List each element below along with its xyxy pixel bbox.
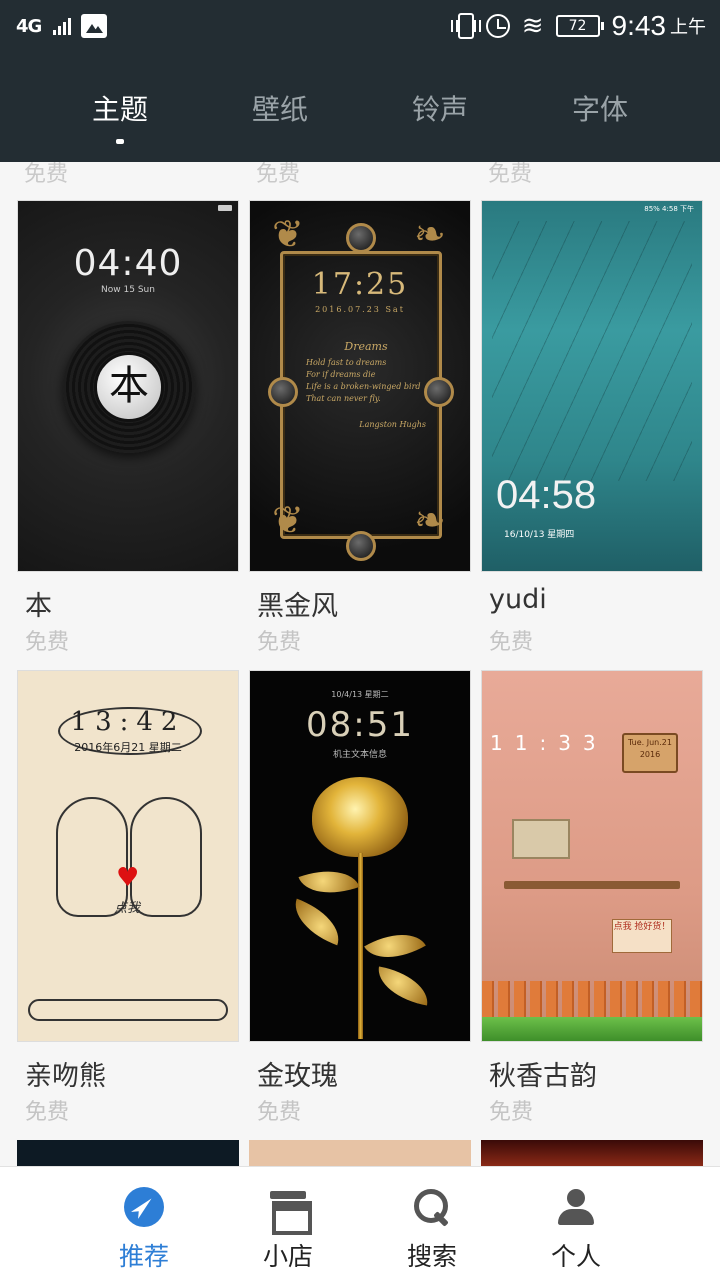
theme-price: 免费 [489,630,534,655]
grass-illustration [482,1017,702,1041]
preview-time: 13:42 [70,707,186,737]
compass-icon [124,1187,164,1227]
preview-date: Now 15 Sun [101,285,155,295]
nav-store[interactable]: 小店 [216,1167,360,1280]
signal-icon [53,17,72,35]
shelf-illustration [504,881,680,889]
music-box-illustration [512,819,570,859]
nav-personal[interactable]: 个人 [504,1167,648,1280]
gallery-notification-icon [81,14,108,38]
preview-subtext: 机主文本信息 [332,750,387,760]
theme-card-partial[interactable] [17,1140,239,1166]
theme-card-partial[interactable] [249,1140,471,1166]
nav-label: 推荐 [118,1242,169,1271]
tab-wallpaper[interactable]: 壁纸 [230,88,330,128]
theme-preview[interactable]: 85% 4:58 下午 04:58 16/10/13 星期四 [481,200,703,572]
fence-illustration [482,981,702,1019]
tab-theme[interactable]: 主题 [70,88,170,128]
nav-search[interactable]: 搜索 [360,1167,504,1280]
gear-knob-icon [268,377,298,407]
date-sign: Tue. Jun.21 2016 [622,733,678,773]
preview-date: 16/10/13 星期四 [504,530,575,540]
battery-icon: 72 [555,15,604,37]
preview-time: 04:40 [73,243,183,284]
gear-knob-icon [346,223,376,253]
preview-date: 2016年6月21 星期二 [74,741,182,754]
rose-stem [358,853,363,1039]
theme-price: 免费 [25,630,70,655]
tab-ringtone[interactable]: 铃声 [390,88,490,128]
unlock-slider [28,999,228,1021]
gear-knob-icon [346,531,376,561]
branch-artwork [492,221,692,481]
theme-preview[interactable]: 11:33 Tue. Jun.21 2016 点我 抢好货！ [481,670,703,1042]
preview-date: 2016.07.23 Sat [315,305,405,314]
status-time: 9:43 [611,10,667,41]
network-type: 4G [16,15,42,37]
preview-date: 10/4/13 星期二 [331,690,389,699]
store-icon [268,1187,312,1235]
ornament-icon: ❦ [272,498,304,542]
nav-label: 个人 [550,1242,601,1271]
heart-icon: ♥ [116,863,140,893]
preview-poem: Dreams Hold fast to dreams For if dreams… [306,340,426,430]
theme-name: 亲吻熊 [25,1061,106,1092]
person-icon [556,1187,596,1227]
wifi-icon: ≋ [521,11,544,41]
ornament-icon: ❧ [414,498,446,542]
theme-card-partial[interactable] [481,1140,703,1166]
theme-preview[interactable]: 10/4/13 星期二 08:51 机主文本信息 [249,670,471,1042]
gold-rose-illustration [312,777,408,857]
theme-name: 金玫瑰 [257,1061,338,1092]
gear-knob-icon [424,377,454,407]
prev-row-price: 免费 [488,162,533,187]
status-bar: 4G ≋ 72 9:43 上午 [0,0,720,52]
preview-time: 11:33 [490,731,608,755]
leaf-illustration [286,898,348,946]
theme-price: 免费 [489,1100,534,1125]
ornament-icon: ❧ [414,212,446,256]
theme-preview[interactable]: ❦ ❧ 17:25 2016.07.23 Sat Dreams Hold fas… [249,200,471,572]
status-ampm: 上午 [670,17,706,38]
nav-label: 小店 [262,1242,313,1271]
leaf-illustration [373,966,433,1006]
theme-price: 免费 [257,630,302,655]
preview-text: 点我 [114,901,141,916]
theme-price: 免费 [257,1100,302,1125]
preview-time: 17:25 [311,267,409,302]
leaf-illustration [364,919,426,973]
search-icon [412,1187,452,1227]
vibrate-icon [450,13,481,39]
vinyl-record-icon: 本 [63,321,195,453]
ornament-icon: ❦ [272,212,304,256]
bottom-navigation: 推荐 小店 搜索 个人 [0,1166,720,1280]
preview-note: 点我 抢好货！ [612,919,672,953]
nav-recommend[interactable]: 推荐 [72,1167,216,1280]
tab-active-indicator [116,139,124,144]
prev-row-price: 免费 [256,162,301,187]
preview-status: 85% 4:58 下午 [644,205,694,213]
leaf-illustration [298,858,360,906]
theme-name: 本 [25,591,52,622]
preview-time: 08:51 [306,705,414,745]
theme-preview[interactable]: 13:42 2016年6月21 星期二 ♥ 点我 [17,670,239,1042]
theme-name: yudi [489,584,547,615]
alarm-icon [485,14,510,38]
theme-name: 秋香古韵 [489,1061,597,1092]
preview-glyph: 本 [94,352,164,422]
category-tabs: 主题 壁纸 铃声 字体 [0,52,720,162]
theme-price: 免费 [25,1100,70,1125]
tab-font[interactable]: 字体 [550,88,650,128]
prev-row-price: 免费 [24,162,69,187]
theme-grid[interactable]: 免费 免费 免费 04:40 Now 15 Sun 本 本 免费 ❦ ❧ 17:… [0,162,720,1166]
battery-icon [218,205,232,211]
nav-label: 搜索 [406,1242,457,1271]
preview-time: 04:58 [496,473,597,517]
theme-preview[interactable]: 04:40 Now 15 Sun 本 [17,200,239,572]
bear-illustration [130,797,202,917]
theme-name: 黑金风 [257,591,338,622]
